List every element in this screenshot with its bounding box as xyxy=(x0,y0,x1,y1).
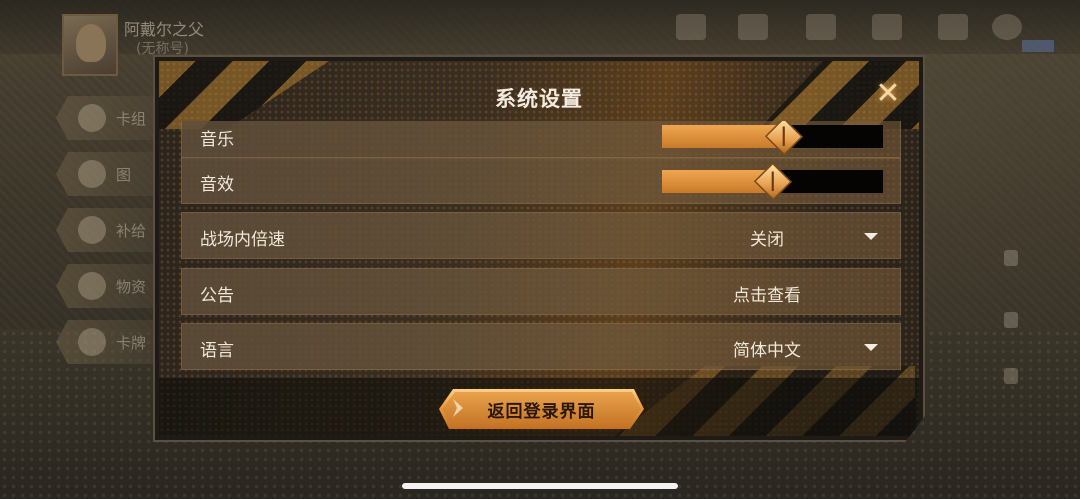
language-value[interactable]: 简体中文 xyxy=(702,336,832,361)
setting-row-language[interactable]: 语言 简体中文 xyxy=(181,323,901,370)
menu-item-supply: 补给 xyxy=(56,208,166,252)
crate-icon xyxy=(78,272,106,300)
return-to-login-label: 返回登录界面 xyxy=(487,401,596,422)
menu-item-cards: 卡牌 xyxy=(56,320,166,364)
lock-icon xyxy=(1004,368,1018,384)
setting-label: 音效 xyxy=(200,175,234,195)
flower-icon xyxy=(78,160,106,188)
menu-item-label: 图 xyxy=(116,166,132,184)
id-card-icon xyxy=(806,14,836,40)
view-announcement-link[interactable]: 点击查看 xyxy=(702,281,832,306)
card-icon xyxy=(78,328,106,356)
chevron-down-icon[interactable] xyxy=(864,344,878,351)
setting-row-battle-speed[interactable]: 战场内倍速 关闭 xyxy=(181,212,901,259)
cards-icon xyxy=(676,14,706,40)
status-badge xyxy=(1022,40,1054,52)
menu-item-label: 卡组 xyxy=(116,110,147,128)
player-avatar xyxy=(62,14,118,76)
menu-item-label: 物资 xyxy=(116,278,147,296)
sound-effects-volume-slider[interactable] xyxy=(662,170,883,193)
lock-icon xyxy=(1004,312,1018,328)
home-indicator[interactable] xyxy=(402,483,678,489)
dialog-title: 系统设置 xyxy=(495,87,583,111)
setting-label: 语言 xyxy=(200,341,234,361)
menu-item-gallery: 图 xyxy=(56,152,166,196)
mail-icon xyxy=(938,14,968,40)
book-icon xyxy=(872,14,902,40)
badge-icon xyxy=(738,14,768,40)
menu-item-label: 卡牌 xyxy=(116,334,147,352)
settings-dialog: 系统设置 ✕ 音乐 音效 战场内倍速 关闭 公告 点击查看 语言 简体中文 返回… xyxy=(153,55,925,442)
player-name: 阿戴尔之父 xyxy=(124,20,205,39)
gear-icon xyxy=(992,14,1022,40)
setting-label: 战场内倍速 xyxy=(200,230,285,250)
slider-thumb[interactable] xyxy=(753,162,791,200)
menu-item-label: 补给 xyxy=(116,222,147,240)
music-volume-slider[interactable] xyxy=(662,125,883,148)
settings-list[interactable]: 音乐 音效 战场内倍速 关闭 公告 点击查看 语言 简体中文 xyxy=(181,121,901,377)
setting-row-music: 音乐 xyxy=(181,121,901,159)
lock-icon xyxy=(1004,250,1018,266)
setting-label: 公告 xyxy=(200,286,234,306)
return-to-login-button[interactable]: 返回登录界面 xyxy=(439,389,644,429)
menu-item-deck: 卡组 xyxy=(56,96,166,140)
setting-label: 音乐 xyxy=(200,130,234,150)
setting-row-sound-effects: 音效 xyxy=(181,157,901,204)
chevron-down-icon[interactable] xyxy=(864,233,878,240)
close-button[interactable]: ✕ xyxy=(873,79,903,109)
card-deck-icon xyxy=(78,104,106,132)
menu-item-materials: 物资 xyxy=(56,264,166,308)
close-icon: ✕ xyxy=(875,76,901,111)
setting-row-announcement[interactable]: 公告 点击查看 xyxy=(181,268,901,315)
battle-speed-value[interactable]: 关闭 xyxy=(702,225,832,250)
parachute-icon xyxy=(78,216,106,244)
